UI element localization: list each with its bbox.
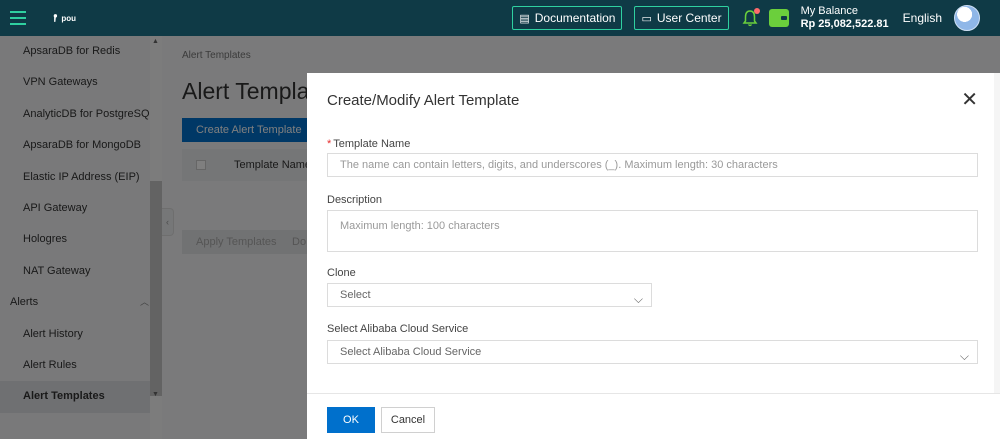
user-center-button[interactable]: ▭ User Center (634, 6, 729, 30)
balance-label: My Balance (800, 5, 859, 17)
balance-value: Rp 25,082,522.81 (800, 18, 889, 30)
close-icon[interactable]: ✕ (961, 90, 978, 110)
notification-dot (753, 8, 760, 14)
chevron-down-icon: ⌵ (633, 292, 643, 306)
dialog-scrollbar[interactable] (994, 73, 1000, 393)
create-modify-dialog: Create/Modify Alert Template ✕ * Template… (307, 73, 1000, 439)
document-icon: ▤ (519, 12, 530, 25)
logo-text: pou (61, 13, 76, 23)
clone-label: Clone (327, 267, 356, 279)
top-navigation-bar: pou ▤ Documentation ▭ User Center My Bal… (0, 0, 1000, 36)
clone-select-value: Select (340, 289, 371, 301)
chevron-down-icon: ⌵ (959, 349, 969, 363)
ok-button[interactable]: OK (327, 407, 375, 433)
notification-button[interactable] (741, 8, 760, 28)
user-center-label: User Center (656, 11, 722, 25)
description-textarea[interactable]: Maximum length: 100 characters (327, 210, 978, 252)
template-name-placeholder: The name can contain letters, digits, an… (340, 159, 778, 171)
clone-select[interactable]: Select ⌵ (327, 283, 652, 307)
template-name-label: * Template Name (327, 138, 410, 150)
service-select-value: Select Alibaba Cloud Service (340, 346, 482, 358)
logo-icon (53, 14, 58, 22)
logo[interactable]: pou (52, 6, 76, 30)
dialog-footer: OK Cancel (307, 393, 1000, 439)
language-selector[interactable]: English (903, 11, 942, 25)
service-label: Select Alibaba Cloud Service (327, 323, 469, 335)
template-name-input[interactable]: The name can contain letters, digits, an… (327, 153, 978, 177)
wallet-icon[interactable] (768, 9, 789, 27)
description-label: Description (327, 194, 383, 206)
documentation-button[interactable]: ▤ Documentation (512, 6, 623, 30)
template-name-label-text: Template Name (333, 138, 411, 150)
service-select[interactable]: Select Alibaba Cloud Service ⌵ (327, 340, 978, 364)
monitor-icon: ▭ (641, 12, 652, 25)
cancel-button[interactable]: Cancel (381, 407, 435, 433)
required-marker: * (327, 138, 332, 150)
avatar[interactable] (954, 5, 980, 31)
documentation-label: Documentation (534, 11, 616, 25)
menu-icon[interactable] (0, 0, 36, 36)
balance-display: My Balance Rp 25,082,522.81 (801, 5, 889, 31)
description-placeholder: Maximum length: 100 characters (340, 220, 500, 232)
dialog-title: Create/Modify Alert Template (327, 92, 520, 109)
